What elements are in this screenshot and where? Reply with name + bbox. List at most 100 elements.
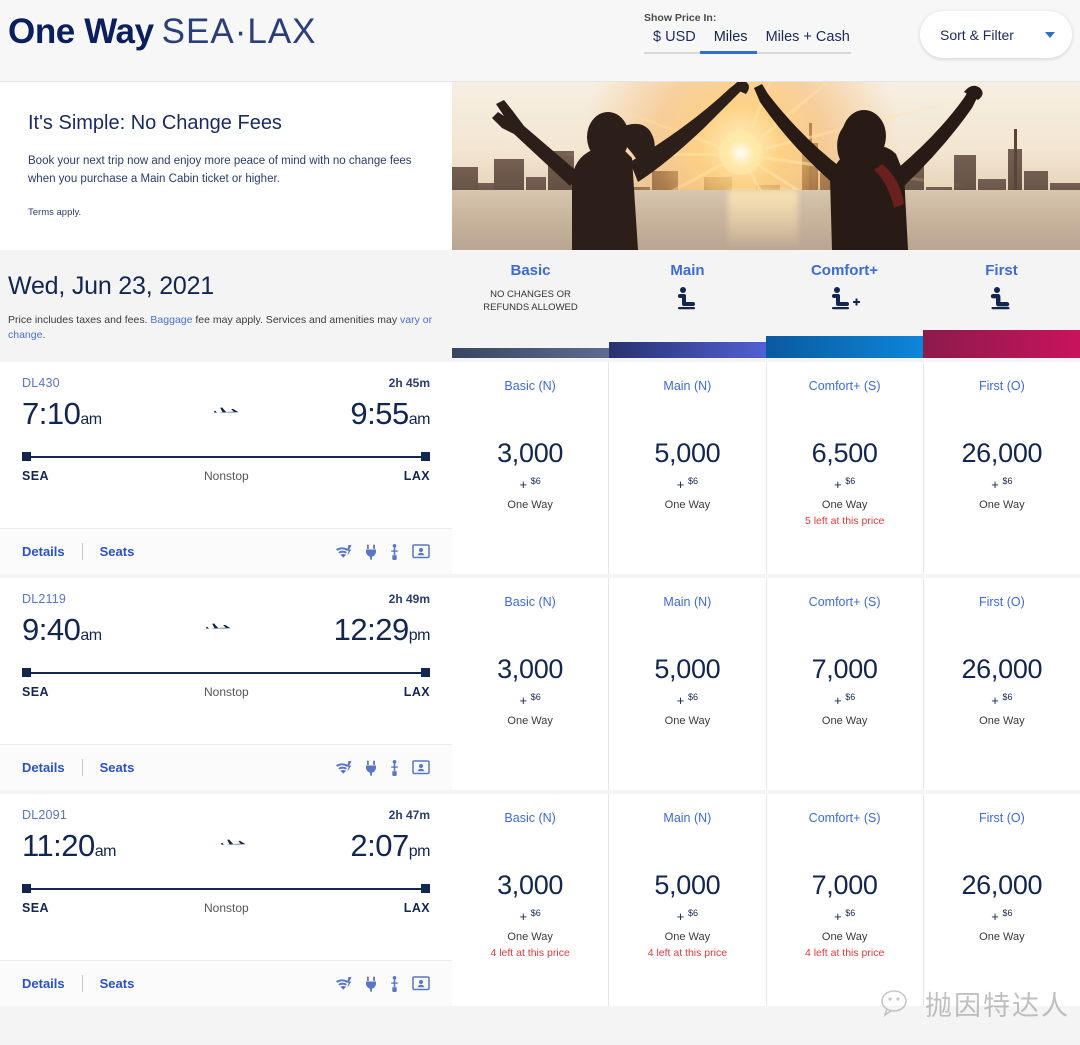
fare-cell[interactable]: Basic (N) 3,000 + $6 One Way [452,362,610,574]
flight-number: DL430 [22,376,60,390]
fare-header-basic[interactable]: Basic NO CHANGES OR REFUNDS ALLOWED [452,250,609,358]
fare-cells: Basic (N) 3,000 + $6 One Way Main (N) 5,… [452,362,1080,574]
seat-plus-icon [829,286,861,315]
fare-cash-value: $6 [530,692,541,702]
entertainment-icon[interactable] [412,544,430,559]
fare-cell[interactable]: Basic (N) 3,000 + $6 One Way 4 left at t… [452,794,610,1006]
fare-scarcity-note: 4 left at this price [647,947,728,959]
departure-meridiem: am [80,411,102,428]
fare-term: One Way [821,499,868,511]
date-column: Wed, Jun 23, 2021 Price includes taxes a… [0,250,452,358]
fare-cell[interactable]: Main (N) 5,000 + $6 One Way [609,578,767,790]
fare-term: One Way [979,499,1025,511]
fare-cell[interactable]: Comfort+ (S) 6,500 + $6 One Way 5 left a… [767,362,924,574]
fare-cash-value: $6 [530,476,541,486]
fare-cash-addon: + $6 [676,692,698,708]
departure-meridiem: am [80,627,102,644]
fare-miles-amount: 3,000 [497,438,564,468]
fare-cell[interactable]: Basic (N) 3,000 + $6 One Way [452,578,610,790]
fare-header-first[interactable]: First [923,250,1080,358]
fare-term: One Way [979,715,1025,727]
tab-miles-cash[interactable]: Miles + Cash [757,29,859,54]
seats-link[interactable]: Seats [100,760,135,775]
amenities-list [335,975,430,992]
fare-cash-value: $6 [845,692,856,702]
usb-icon[interactable] [390,543,399,560]
flight-card: DL2091 2h 47m 11:20am 2:07pm SEA Nonstop… [0,794,452,1006]
fare-cell[interactable]: Comfort+ (S) 7,000 + $6 One Way [767,578,924,790]
wifi-icon[interactable] [335,544,352,559]
fare-cell[interactable]: Main (N) 5,000 + $6 One Way [609,362,767,574]
fare-cash-addon: + $6 [834,476,856,492]
amenities-list [335,759,430,776]
fare-header-basic-name: Basic [510,262,551,279]
tab-usd[interactable]: $ USD [644,29,705,54]
usb-icon[interactable] [390,759,399,776]
chevron-down-icon [1045,31,1055,38]
power-icon[interactable] [365,760,377,776]
route-line [22,450,430,464]
fare-cell[interactable]: Main (N) 5,000 + $6 One Way 4 left at th… [609,794,767,1006]
fare-scarcity-note: 5 left at this price [804,515,885,527]
flight-date: Wed, Jun 23, 2021 [8,272,215,300]
fare-miles-amount: 3,000 [497,654,564,684]
fare-cell-name: Main (N) [663,595,712,609]
details-link[interactable]: Details [22,976,65,991]
fare-miles-amount: 26,000 [961,654,1043,684]
fare-miles-amount: 5,000 [654,870,721,900]
wifi-icon[interactable] [335,760,352,775]
fare-cash-addon: + $6 [834,692,856,708]
seats-link[interactable]: Seats [100,544,135,559]
fare-header-main[interactable]: Main [609,250,766,358]
fare-miles-amount: 26,000 [961,870,1043,900]
power-icon[interactable] [365,976,377,992]
fare-cell[interactable]: Comfort+ (S) 7,000 + $6 One Way 4 left a… [767,794,924,1006]
fare-bar-main [609,342,766,358]
fare-cash-addon: + $6 [676,476,698,492]
fare-cash-value: $6 [687,908,698,918]
details-link[interactable]: Details [22,544,65,559]
amenities-list [335,543,430,560]
departure-time-value: 11:20 [22,828,95,863]
flight-card: DL430 2h 45m 7:10am 9:55am SEA Nonstop L… [0,362,452,574]
fare-header-first-name: First [985,262,1018,279]
fare-cell-name: Comfort+ (S) [808,595,881,609]
fare-bar-first [923,330,1080,358]
fare-cell-name: Comfort+ (S) [808,811,881,825]
fare-cash-value: $6 [687,692,698,702]
fare-cell[interactable]: First (O) 26,000 + $6 One Way [924,794,1080,1006]
flight-summary: DL2091 2h 47m 11:20am 2:07pm SEA Nonstop… [0,794,452,960]
usb-icon[interactable] [390,975,399,992]
entertainment-icon[interactable] [412,976,430,991]
flight-number: DL2119 [22,592,67,606]
promo-terms: Terms apply. [28,206,82,218]
sort-filter-button[interactable]: Sort & Filter [920,11,1072,58]
flight-row: DL2119 2h 49m 9:40am 12:29pm SEA Nonstop… [0,578,1080,790]
entertainment-icon[interactable] [412,760,430,775]
details-link[interactable]: Details [22,760,65,775]
fare-cash-addon: + $6 [519,476,541,492]
power-icon[interactable] [365,544,377,560]
price-tabs: $ USD Miles Miles + Cash [644,29,859,54]
fare-cell-name: Comfort+ (S) [808,379,881,393]
arrival-time: 12:29pm [334,612,431,648]
flight-duration: 2h 47m [388,808,430,822]
fare-header-comfort-plus[interactable]: Comfort+ [766,250,923,358]
departure-time-value: 7:10 [22,396,81,431]
fare-cash-addon: + $6 [519,692,541,708]
baggage-link[interactable]: Baggage [150,314,192,326]
route-line [22,666,430,680]
fare-cell-name: Basic (N) [504,595,556,609]
sort-filter-label: Sort & Filter [940,26,1014,43]
divider [81,543,83,560]
origin-code: SEA [22,685,49,699]
fare-cash-value: $6 [687,476,698,486]
flight-card: DL2119 2h 49m 9:40am 12:29pm SEA Nonstop… [0,578,452,790]
seats-link[interactable]: Seats [100,976,135,991]
show-price-in-label: Show Price In: [644,12,717,24]
airplane-icon [220,837,246,856]
fare-miles-amount: 7,000 [811,870,878,900]
wifi-icon[interactable] [335,976,352,991]
fare-cell[interactable]: First (O) 26,000 + $6 One Way [924,362,1080,574]
fare-cell[interactable]: First (O) 26,000 + $6 One Way [924,578,1080,790]
